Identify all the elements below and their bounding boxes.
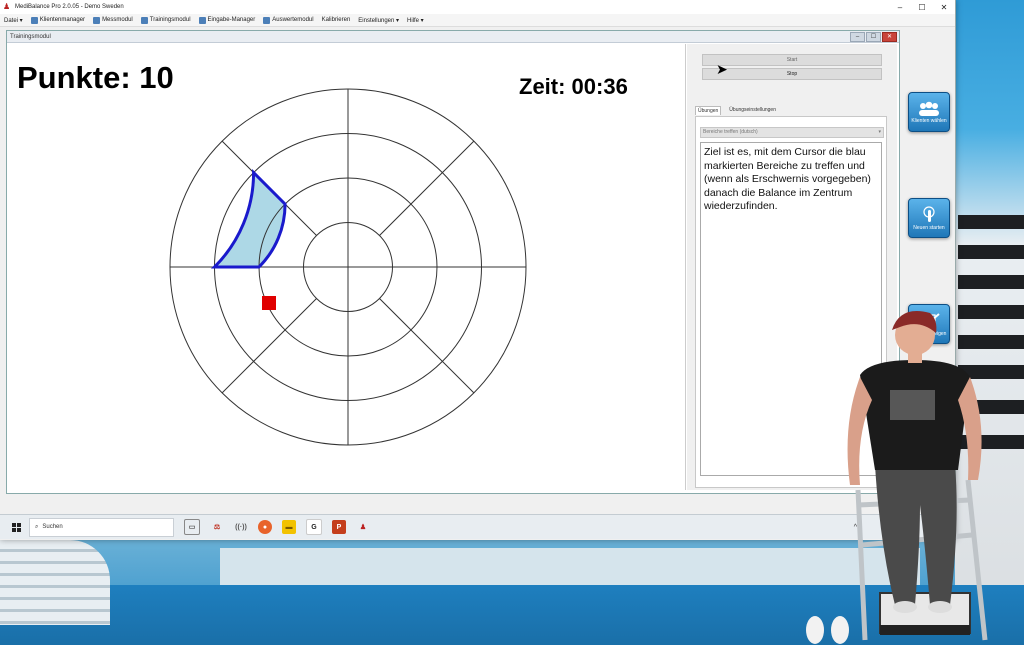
training-window-title-text: Trainingsmodul <box>10 33 51 40</box>
menu-item-label: Messmodul <box>102 17 133 23</box>
studio-curve <box>0 540 110 625</box>
task-view-icon[interactable]: ▭ <box>184 519 200 535</box>
shoes-on-floor <box>806 616 849 644</box>
target-spoke <box>221 298 317 394</box>
studio-stripe <box>958 215 1024 229</box>
menu-item[interactable]: Einstellungen ▾ <box>354 17 403 24</box>
balance-cursor-marker <box>262 296 276 310</box>
menu-item-label: Auswertemodul <box>272 17 314 23</box>
search-icon: ⌕ <box>35 523 39 530</box>
menu-item-label: Eingabe-Manager <box>207 17 256 23</box>
maximize-button[interactable]: ☐ <box>911 3 933 12</box>
score-display: Punkte: 10 <box>17 60 174 95</box>
start-button[interactable]: Start <box>702 54 882 66</box>
menu-bar: Datei ▾ Klientenmanager Messmodul Trainings… <box>0 14 955 27</box>
powerpoint-icon[interactable]: P <box>332 520 346 534</box>
target-spoke <box>379 140 475 236</box>
exercise-select[interactable]: Bereiche treffen (dutsch) ▾ <box>700 127 884 138</box>
timer-display: Zeit: 00:36 <box>519 74 628 99</box>
hand-touch-icon <box>923 205 935 222</box>
app-icon-balance[interactable]: ⚖ <box>210 520 224 534</box>
folder-icon[interactable]: ▬ <box>282 520 296 534</box>
app-window: ♟ MediBalance Pro 2.0.05 - Demo Sweden –… <box>0 0 956 540</box>
taskbar: ⌕ Suchen ▭ ⚖ ((·)) ● ▬ G P ♟ ^ <box>0 514 955 539</box>
start-new-label: Neuen starten <box>913 224 945 231</box>
chevron-down-icon: ▾ <box>878 129 881 135</box>
client-select-label: Klienten wählen <box>911 117 947 124</box>
start-new-button[interactable]: Neuen starten <box>908 198 950 238</box>
studio-stripe <box>958 245 1024 259</box>
menu-module-icon <box>263 16 271 24</box>
client-select-button[interactable]: Klienten wählen <box>908 92 950 132</box>
windows-start-icon[interactable] <box>12 522 21 532</box>
mouse-cursor-icon: ➤ <box>716 61 728 77</box>
menu-item-label: Klientenmanager <box>39 17 86 23</box>
menu-item-label: Hilfe ▾ <box>407 17 424 24</box>
menu-item[interactable]: Kalibrieren <box>318 17 355 23</box>
stop-button[interactable]: Stop <box>702 68 882 80</box>
training-window: Trainingsmodul – ☐ ✕ Punkte: 10 Zeit: 00… <box>6 30 900 494</box>
wireless-icon[interactable]: ((·)) <box>234 520 248 534</box>
tab-exercise-settings[interactable]: Übungseinstellungen <box>727 106 778 115</box>
menu-item[interactable]: Klientenmanager <box>27 16 89 24</box>
close-button[interactable]: ✕ <box>933 3 955 12</box>
menu-item-label: Einstellungen ▾ <box>358 17 400 24</box>
person-on-balance-board <box>847 311 988 641</box>
exercise-select-value: Bereiche treffen (dutsch) <box>703 129 758 135</box>
target-board <box>169 88 527 446</box>
minimize-button[interactable]: – <box>889 3 911 12</box>
medibalance-taskbar-icon[interactable]: ♟ <box>356 520 370 534</box>
search-placeholder: Suchen <box>42 524 63 530</box>
menu-module-icon <box>30 16 38 24</box>
window-title: MediBalance Pro 2.0.05 - Demo Sweden <box>15 4 124 10</box>
taskbar-search[interactable]: ⌕ Suchen <box>29 517 174 537</box>
firefox-icon[interactable]: ● <box>258 520 272 534</box>
training-window-title: Trainingsmodul – ☐ ✕ <box>7 31 899 43</box>
menu-module-icon <box>140 16 148 24</box>
menu-module-icon <box>198 16 206 24</box>
exercise-tabs: Übungen Übungseinstellungen <box>695 106 778 115</box>
training-game-area: Punkte: 10 Zeit: 00:36 <box>9 44 686 490</box>
inner-close-button[interactable]: ✕ <box>882 31 897 42</box>
menu-item-label: Trainingsmodul <box>149 17 191 23</box>
inner-maximize-button[interactable]: ☐ <box>866 31 881 42</box>
tab-exercises[interactable]: Übungen <box>695 106 722 115</box>
title-bar: ♟ MediBalance Pro 2.0.05 - Demo Sweden –… <box>0 0 955 14</box>
menu-item[interactable]: Hilfe ▾ <box>403 17 428 24</box>
people-icon <box>919 101 939 116</box>
menu-item[interactable]: Datei ▾ <box>0 17 27 24</box>
inner-minimize-button[interactable]: – <box>850 31 865 42</box>
menu-item[interactable]: Trainingsmodul <box>137 16 195 24</box>
target-spoke <box>379 298 475 394</box>
app-logo-icon: ♟ <box>3 2 11 11</box>
menu-item[interactable]: Eingabe-Manager <box>195 16 260 24</box>
menu-item-label: Kalibrieren <box>321 17 351 23</box>
menu-module-icon <box>93 16 101 24</box>
menu-item[interactable]: Auswertemodul <box>259 16 317 24</box>
menu-item-label: Datei ▾ <box>4 17 23 24</box>
google-icon[interactable]: G <box>306 519 322 535</box>
studio-stripe <box>958 275 1024 289</box>
menu-item[interactable]: Messmodul <box>89 16 137 24</box>
